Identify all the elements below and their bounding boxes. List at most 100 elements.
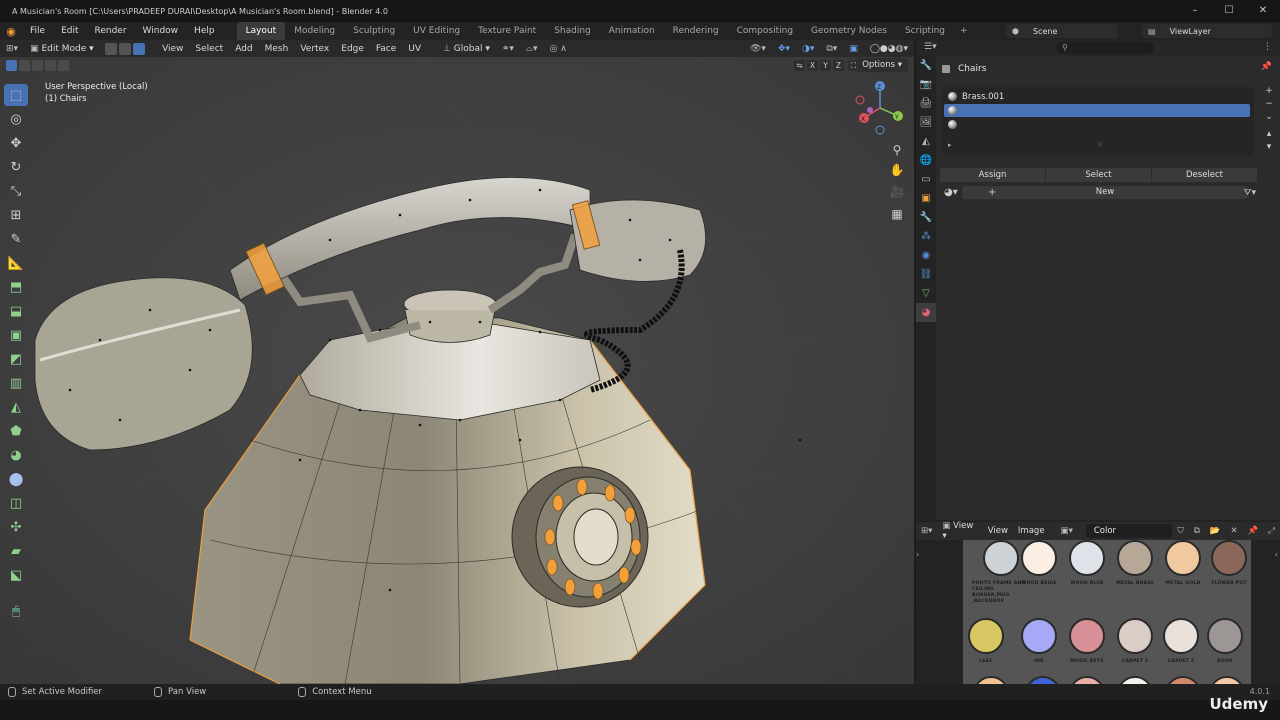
gizmo-toggle-icon[interactable]: ✥▾ <box>772 44 796 54</box>
select-mode-new-icon[interactable] <box>6 60 17 71</box>
menu-vertex[interactable]: Vertex <box>294 44 335 54</box>
add-cube-tool-icon[interactable]: ⬒ <box>4 276 28 298</box>
modifier-tab-icon[interactable]: 🔧 <box>916 208 936 227</box>
shrink-fatten-tool-icon[interactable]: ✣ <box>4 516 28 538</box>
remove-slot-icon[interactable]: − <box>1262 99 1276 112</box>
scene-selector[interactable]: ⬢ Scene <box>1006 24 1118 38</box>
measure-tool-icon[interactable]: 📐 <box>4 252 28 274</box>
deselect-button[interactable]: Deselect <box>1152 168 1257 182</box>
smooth-tool-icon[interactable]: ⬤ <box>4 468 28 490</box>
shading-modes-icon[interactable]: ◯●◕◍▾ <box>864 44 914 54</box>
constraints-tab-icon[interactable]: ⛓ <box>916 265 936 284</box>
tab-layout[interactable]: Layout <box>236 22 286 40</box>
select-button[interactable]: Select <box>1046 168 1151 182</box>
menu-view[interactable]: View <box>156 44 189 54</box>
scale-tool-icon[interactable]: ⤡ <box>4 180 28 202</box>
image-browse-icon[interactable]: ▣▾ <box>1056 526 1078 536</box>
render-tab-icon[interactable]: 📷 <box>916 75 936 94</box>
view-mode-dropdown[interactable]: ▣ View ▾ <box>937 521 982 541</box>
physics-tab-icon[interactable]: ◉ <box>916 246 936 265</box>
menu-help[interactable]: Help <box>186 26 223 36</box>
menu-image-view[interactable]: View <box>983 526 1013 536</box>
material-slot-3[interactable] <box>944 118 1250 131</box>
color-palette-image[interactable]: PHOTO FRAME AND CEILING BORDER,MUG ,BACK… <box>963 540 1251 684</box>
tool-tab-icon[interactable]: 🔧 <box>916 56 936 75</box>
tab-geometry-nodes[interactable]: Geometry Nodes <box>802 22 896 40</box>
mirror-x-toggle[interactable]: X <box>807 60 818 71</box>
properties-editor-type-icon[interactable]: ☰▾ <box>924 42 937 52</box>
open-image-icon[interactable]: 📂 <box>1205 526 1226 536</box>
move-slot-down-icon[interactable]: ▾ <box>1262 142 1276 155</box>
proportional-edit-icon[interactable]: ◎ ∧ <box>544 44 573 54</box>
add-slot-icon[interactable]: + <box>1262 86 1276 99</box>
menu-edit[interactable]: Edit <box>53 26 86 36</box>
xray-toggle-icon[interactable]: ▣ <box>843 44 864 54</box>
toolbar-toggle-icon[interactable]: › <box>916 550 919 559</box>
fake-user-icon[interactable]: ⛉ <box>1172 526 1188 536</box>
close-button[interactable]: ✕ <box>1246 0 1280 22</box>
tab-animation[interactable]: Animation <box>600 22 664 40</box>
visibility-icon[interactable]: 👁▾ <box>744 44 772 54</box>
edge-slide-tool-icon[interactable]: ◫ <box>4 492 28 514</box>
view-layer-tab-icon[interactable]: 🖼 <box>916 113 936 132</box>
navigation-gizmo[interactable]: Z Y X <box>852 80 910 138</box>
extrude-tool-icon[interactable]: ⬓ <box>4 300 28 322</box>
material-slot-list[interactable]: Brass.001 ▸ ⁞⁞ <box>942 87 1254 155</box>
add-workspace-icon[interactable]: + <box>954 26 974 36</box>
select-mode-extend-icon[interactable] <box>19 60 30 71</box>
poly-build-tool-icon[interactable]: ⬟ <box>4 420 28 442</box>
select-mode-intersect-icon[interactable] <box>58 60 69 71</box>
sidebar-toggle-icon[interactable]: ‹ <box>1275 550 1278 559</box>
sample-tool-icon[interactable]: ⤢ <box>1263 526 1280 536</box>
blender-logo-icon[interactable]: ◉ <box>0 25 22 38</box>
loop-cut-tool-icon[interactable]: ▥ <box>4 372 28 394</box>
bevel-tool-icon[interactable]: ◩ <box>4 348 28 370</box>
maximize-button[interactable]: ☐ <box>1212 0 1246 22</box>
mirror-icon[interactable]: ⇋ <box>794 60 805 71</box>
unlink-image-icon[interactable]: ✕ <box>1225 526 1242 536</box>
snap-icon[interactable]: ⌓▾ <box>520 44 544 54</box>
transform-orientation[interactable]: ⊥ Global ▾ <box>437 44 496 54</box>
list-resize-handle-icon[interactable]: ⁞⁞ <box>1098 141 1102 149</box>
tab-compositing[interactable]: Compositing <box>728 22 802 40</box>
output-tab-icon[interactable]: 🖨 <box>916 94 936 113</box>
scene-tab-icon[interactable]: ◭ <box>916 132 936 151</box>
properties-search-input[interactable]: ⚲ <box>1056 42 1154 54</box>
tab-scripting[interactable]: Scripting <box>896 22 954 40</box>
menu-image[interactable]: Image <box>1013 526 1050 536</box>
object-tab-icon[interactable]: ▣ <box>916 189 936 208</box>
pan-view-icon[interactable]: ✋ <box>886 160 908 180</box>
options-dropdown[interactable]: Options ▾ <box>856 58 908 72</box>
3d-viewport[interactable]: ⊞▾ ▣ Edit Mode ▾ View Select Add Mesh Ve… <box>0 40 914 684</box>
transform-tool-icon[interactable]: ⊞ <box>4 204 28 226</box>
collection-tab-icon[interactable]: ▭ <box>916 170 936 189</box>
edge-select-button[interactable] <box>119 42 132 55</box>
knife-tool-icon[interactable]: ◭ <box>4 396 28 418</box>
menu-window[interactable]: Window <box>135 26 187 36</box>
tab-texture-paint[interactable]: Texture Paint <box>469 22 545 40</box>
menu-file[interactable]: File <box>22 26 53 36</box>
image-editor-type-icon[interactable]: ⊞▾ <box>916 526 937 536</box>
ortho-grid-icon[interactable]: ▦ <box>886 204 908 224</box>
pin-icon[interactable]: 📌 <box>1261 62 1272 72</box>
tab-shading[interactable]: Shading <box>545 22 600 40</box>
duplicate-image-icon[interactable]: ⧉ <box>1189 526 1205 536</box>
new-material-button[interactable]: + New <box>962 186 1248 199</box>
camera-view-icon[interactable]: 🎥 <box>886 182 908 202</box>
assign-button[interactable]: Assign <box>940 168 1045 182</box>
menu-uv[interactable]: UV <box>402 44 427 54</box>
rotate-tool-icon[interactable]: ↻ <box>4 156 28 178</box>
face-select-button[interactable] <box>133 42 146 55</box>
material-tab-icon[interactable]: ◕ <box>916 303 936 322</box>
minimize-button[interactable]: – <box>1178 0 1212 22</box>
tab-modeling[interactable]: Modeling <box>285 22 344 40</box>
mesh-overlay-icon[interactable]: ⧉▾ <box>820 44 843 54</box>
move-slot-up-icon[interactable]: ▴ <box>1262 129 1276 142</box>
select-mode-subtract-icon[interactable] <box>32 60 43 71</box>
material-slot-1[interactable]: Brass.001 <box>944 90 1250 103</box>
tab-uv-editing[interactable]: UV Editing <box>404 22 469 40</box>
expand-arrow-icon[interactable]: ▸ <box>948 141 952 149</box>
particles-tab-icon[interactable]: ⁂ <box>916 227 936 246</box>
cursor-tool-icon[interactable]: ◎ <box>4 108 28 130</box>
mirror-z-toggle[interactable]: Z <box>833 60 844 71</box>
